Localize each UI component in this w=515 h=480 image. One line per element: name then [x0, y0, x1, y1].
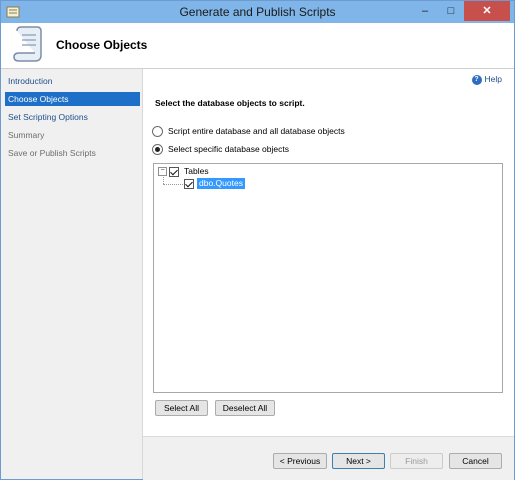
radio-label: Script entire database and all database …	[168, 126, 345, 136]
next-button[interactable]: Next >	[332, 453, 385, 469]
radio-select-specific-objects[interactable]: Select specific database objects	[152, 143, 289, 157]
collapse-toggle[interactable]: −	[158, 167, 167, 177]
page-title: Choose Objects	[56, 38, 148, 52]
tree-node-dbo-quotes[interactable]: dbo.Quotes	[184, 178, 245, 190]
minimize-button[interactable]: –	[412, 1, 438, 21]
radio-script-entire-database[interactable]: Script entire database and all database …	[152, 125, 345, 139]
close-button[interactable]: ✕	[464, 1, 510, 21]
tables-checkbox[interactable]	[169, 166, 179, 177]
dbo-quotes-checkbox[interactable]	[184, 178, 194, 189]
object-tree[interactable]: − Tables dbo.Quotes	[153, 163, 503, 393]
select-all-button[interactable]: Select All	[155, 400, 208, 416]
radio-button-checked[interactable]	[152, 144, 163, 156]
wizard-steps-sidebar: Introduction Choose Objects Set Scriptin…	[1, 69, 143, 479]
sidebar-item-save-or-publish: Save or Publish Scripts	[8, 148, 96, 158]
previous-button[interactable]: < Previous	[273, 453, 327, 469]
sidebar-item-summary: Summary	[8, 130, 45, 140]
maximize-button[interactable]: □	[438, 1, 464, 21]
finish-button: Finish	[390, 453, 443, 469]
help-link[interactable]: ? Help	[471, 74, 502, 85]
tree-node-label: dbo.Quotes	[197, 178, 245, 190]
radio-button[interactable]	[152, 126, 163, 138]
cancel-button[interactable]: Cancel	[449, 453, 502, 469]
tree-connector	[163, 184, 183, 185]
instruction-text: Select the database objects to script.	[155, 98, 305, 108]
main-panel: ? Help Select the database objects to scr…	[143, 69, 514, 436]
tree-node-label: Tables	[184, 166, 209, 177]
tree-node-tables[interactable]: − Tables	[158, 166, 211, 178]
radio-label: Select specific database objects	[168, 144, 289, 154]
wizard-header: Choose Objects	[1, 23, 514, 69]
sidebar-item-choose-objects[interactable]: Choose Objects	[5, 92, 140, 106]
help-label: Help	[484, 74, 502, 84]
title-bar[interactable]: Generate and Publish Scripts – □ ✕	[1, 1, 514, 23]
scroll-icon	[13, 26, 42, 62]
sidebar-item-introduction[interactable]: Introduction	[5, 74, 140, 88]
wizard-window: Generate and Publish Scripts – □ ✕ Choos…	[0, 0, 515, 480]
deselect-all-button[interactable]: Deselect All	[215, 400, 275, 416]
help-icon: ?	[471, 74, 482, 85]
wizard-footer: < Previous Next > Finish Cancel	[143, 436, 514, 480]
sidebar-item-set-scripting-options[interactable]: Set Scripting Options	[5, 110, 140, 124]
